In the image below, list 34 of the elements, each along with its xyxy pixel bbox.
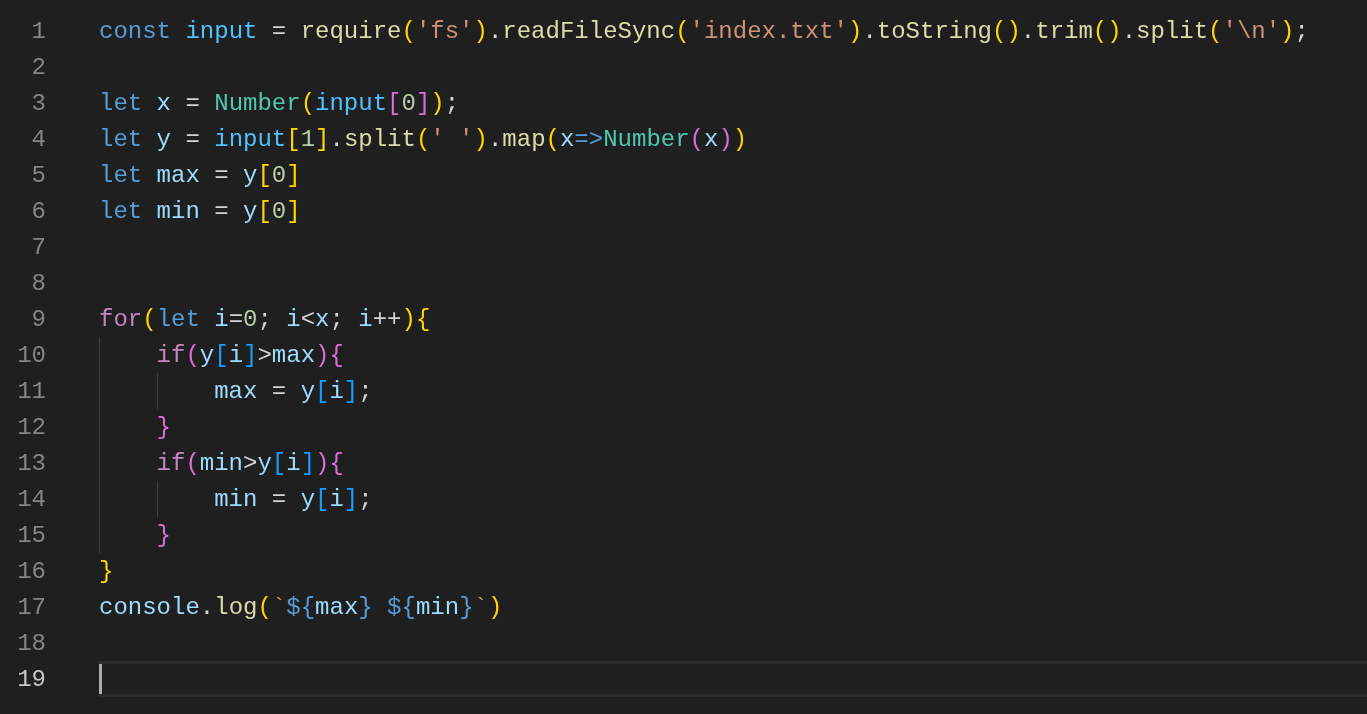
line-number: 13 bbox=[16, 449, 46, 477]
text-cursor bbox=[99, 664, 102, 694]
code-line: let x = Number(input[0]); bbox=[99, 89, 460, 117]
code-line: let y = input[1].split(' ').map(x=>Number(x)) bbox=[99, 125, 748, 153]
code-line: let min = y[0] bbox=[99, 197, 301, 225]
line-number: 7 bbox=[30, 233, 46, 261]
code-line: for(let i=0; i<x; i++){ bbox=[99, 305, 431, 333]
line-number: 17 bbox=[16, 593, 46, 621]
line-number: 3 bbox=[30, 89, 46, 117]
code-line: if(y[i]>max){ bbox=[156, 341, 344, 369]
line-number: 2 bbox=[30, 53, 46, 81]
line-number: 11 bbox=[16, 377, 46, 405]
code-line: } bbox=[156, 413, 171, 441]
line-number: 6 bbox=[30, 197, 46, 225]
code-line: max = y[i]; bbox=[214, 377, 373, 405]
code-line: const input = require('fs').readFileSync('index.txt').toString().trim().split('\n'); bbox=[99, 17, 1309, 45]
line-number: 14 bbox=[16, 485, 46, 513]
line-number: 10 bbox=[16, 341, 46, 369]
line-number: 18 bbox=[16, 629, 46, 657]
line-number: 4 bbox=[30, 125, 46, 153]
line-number: 1 bbox=[30, 17, 46, 45]
line-number: 5 bbox=[30, 161, 46, 189]
line-number: 19 bbox=[16, 665, 46, 693]
line-number: 16 bbox=[16, 557, 46, 585]
line-number: 12 bbox=[16, 413, 46, 441]
line-number: 15 bbox=[16, 521, 46, 549]
code-line: } bbox=[99, 557, 114, 585]
code-line: console.log(`${max} ${min}`) bbox=[99, 593, 503, 621]
line-number: 8 bbox=[30, 269, 46, 297]
code-line: min = y[i]; bbox=[214, 485, 373, 513]
code-line: if(min>y[i]){ bbox=[156, 449, 344, 477]
line-number: 9 bbox=[30, 305, 46, 333]
code-line: let max = y[0] bbox=[99, 161, 301, 189]
code-line: } bbox=[156, 521, 171, 549]
